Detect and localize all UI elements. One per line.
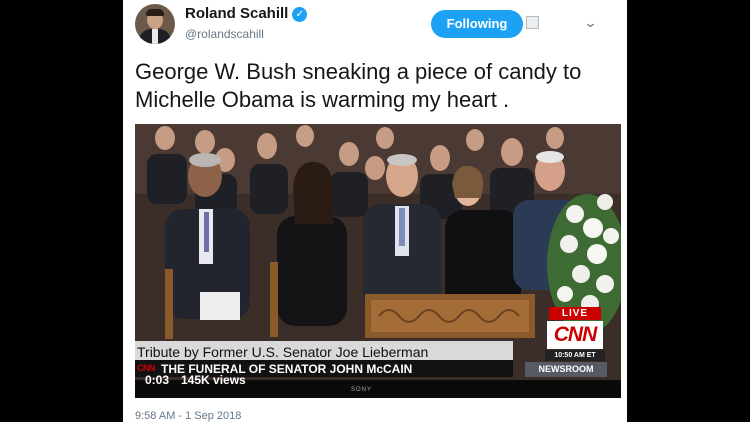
sony-brand: SONY	[351, 387, 373, 393]
author-name-row[interactable]: Roland Scahill ✓	[185, 5, 308, 22]
tribute-text: Tribute by Former U.S. Senator Joe Liebe…	[137, 344, 429, 360]
video-elapsed-time: 0:03	[145, 373, 170, 387]
tweet-card: Roland Scahill ✓ @rolandscahill Following…	[123, 0, 627, 422]
author-name[interactable]: Roland Scahill	[185, 5, 288, 22]
chevron-down-icon[interactable]: ⌄	[583, 15, 597, 31]
tribute-bar: Tribute by Former U.S. Senator Joe Liebe…	[135, 341, 513, 360]
tweet-timestamp[interactable]: 9:58 AM - 1 Sep 2018	[135, 410, 241, 422]
lower-third: Tribute by Former U.S. Senator Joe Liebe…	[135, 339, 621, 398]
tweet-text: George W. Bush sneaking a piece of candy…	[135, 59, 582, 112]
live-badge: LIVE	[549, 307, 601, 320]
video-view-count: 145K views	[181, 373, 246, 387]
following-button[interactable]: Following	[431, 10, 523, 38]
verified-badge-icon: ✓	[292, 7, 308, 22]
ticker-cnn-logo: CNN	[137, 363, 156, 373]
avatar[interactable]	[135, 4, 175, 44]
mute-icon[interactable]	[526, 16, 539, 29]
video-player[interactable]: LIVE CNN 10:50 AM ET NEWSROOM Tribute by…	[135, 124, 621, 398]
author-handle[interactable]: @rolandscahill	[185, 27, 264, 41]
